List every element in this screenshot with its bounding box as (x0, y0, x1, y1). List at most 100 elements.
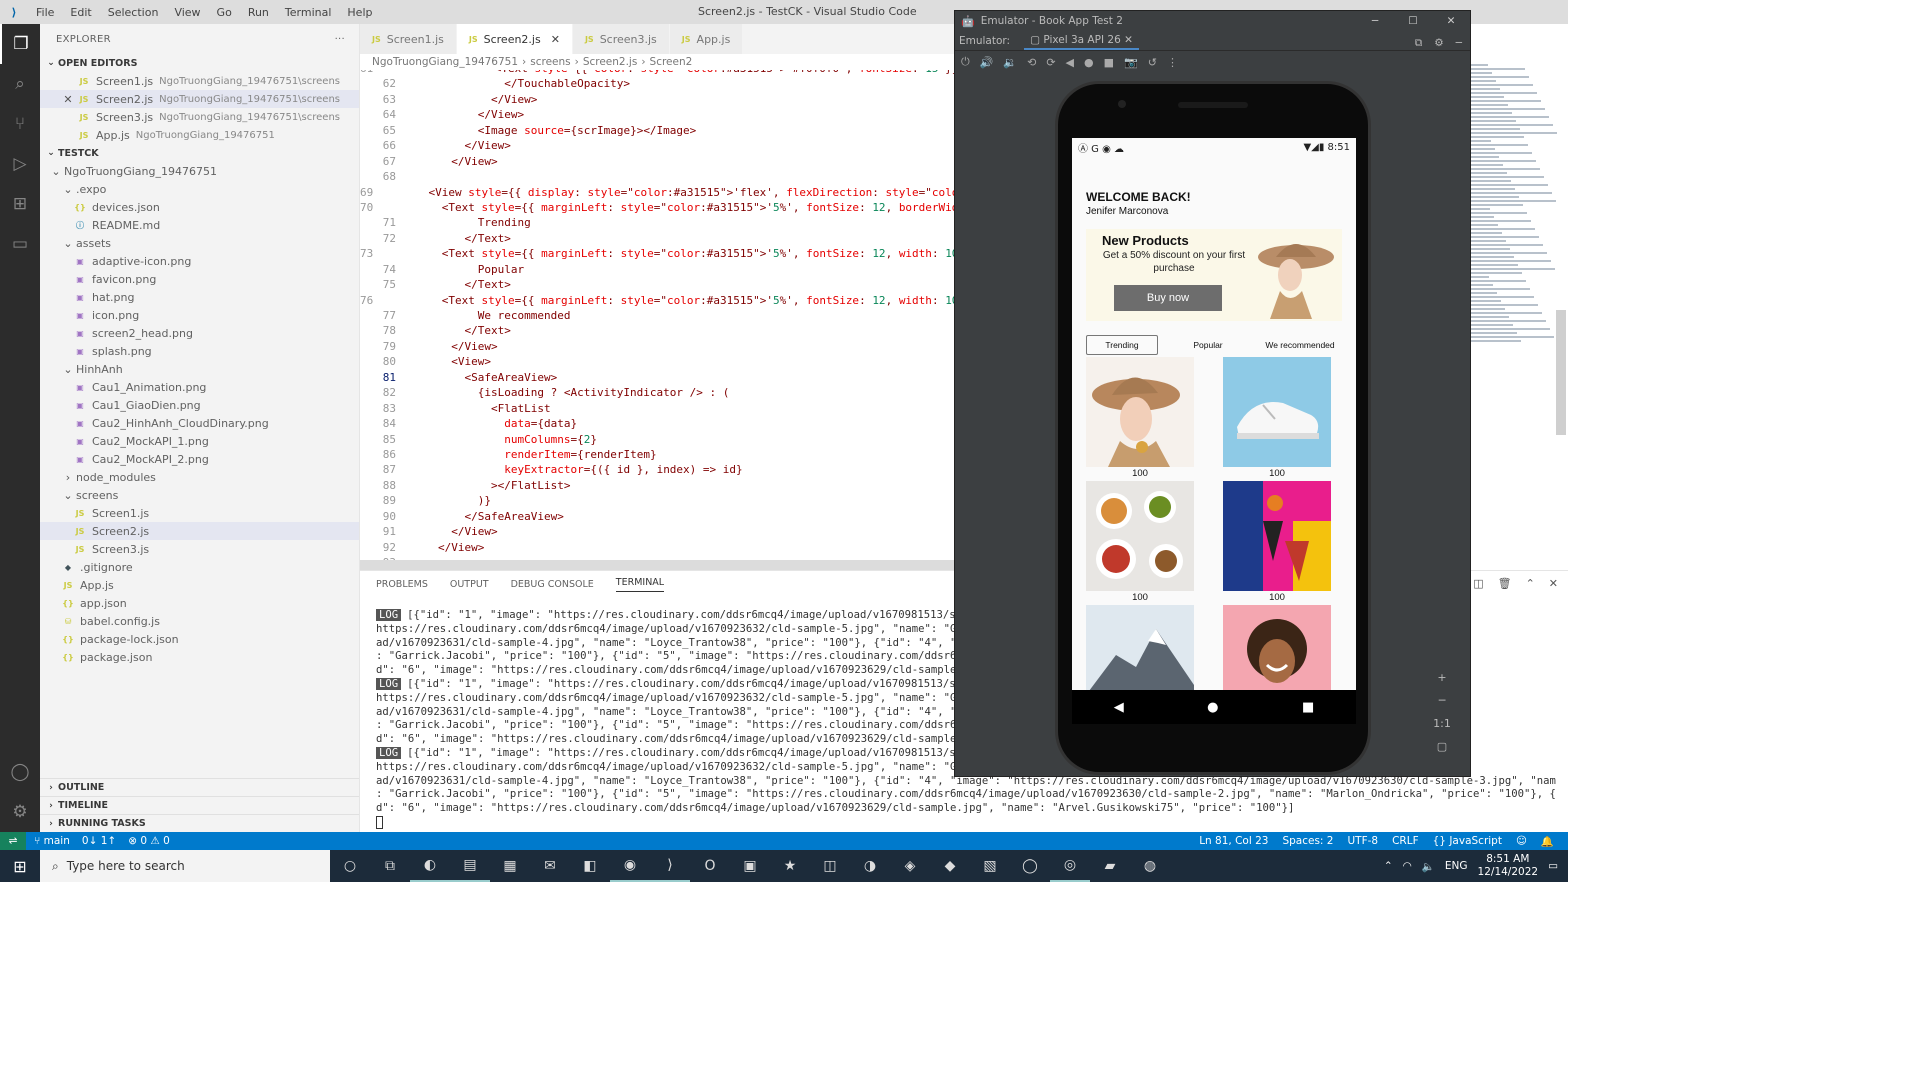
settings-icon[interactable]: ⚙ (1434, 37, 1443, 50)
tree-item[interactable]: ▣ splash.png (40, 342, 359, 360)
product-card[interactable] (1223, 605, 1331, 690)
gear-icon[interactable]: ⚙ (0, 792, 40, 832)
tree-item[interactable]: ▣ adaptive-icon.png (40, 252, 359, 270)
phone-screen[interactable]: Ⓐ G ◉ ☁ ▼◢▮ 8:51 WELCOME BACK! Jenifer M… (1072, 138, 1356, 690)
kam-icon[interactable]: ▧ (970, 850, 1010, 882)
tree-item[interactable]: JS Screen3.js (40, 540, 359, 558)
panel-tab-terminal[interactable]: TERMINAL (615, 577, 665, 592)
problems-indicator[interactable]: ⊗ 0 ⚠ 0 (128, 835, 170, 847)
minimap[interactable] (1468, 62, 1558, 342)
trash-icon[interactable]: 🗑 (1498, 577, 1512, 590)
product-card[interactable]: 100 (1223, 357, 1331, 481)
tray-chevron-icon[interactable]: ⌃ (1384, 860, 1393, 872)
tree-item[interactable]: ⌄ HinhAnh (40, 360, 359, 378)
tree-item[interactable]: ◆ .gitignore (40, 558, 359, 576)
sync-indicator[interactable]: 0↓ 1↑ (82, 835, 116, 847)
wifi-icon[interactable]: ◠ (1403, 860, 1412, 872)
emulator-app-icon[interactable]: ◎ (1050, 850, 1090, 882)
tree-item[interactable]: {} app.json (40, 594, 359, 612)
power-icon[interactable]: ⏻ (961, 55, 970, 69)
menu-item-view[interactable]: View (166, 6, 208, 19)
office-icon[interactable]: ◧ (570, 850, 610, 882)
panel-tab-output[interactable]: OUTPUT (450, 579, 489, 590)
tree-item[interactable]: {} package-lock.json (40, 630, 359, 648)
store-icon[interactable]: ▦ (490, 850, 530, 882)
home-icon[interactable]: ● (1084, 56, 1094, 69)
panel-tab-debug-console[interactable]: DEBUG CONSOLE (511, 579, 594, 590)
zoom-1to1[interactable]: 1:1 (1433, 717, 1451, 730)
vscode-icon[interactable]: ⟩ (650, 850, 690, 882)
open-editors-section[interactable]: ⌄ OPEN EDITORS (40, 54, 359, 72)
tree-item[interactable]: ⌄ NgoTruongGiang_19476751 (40, 162, 359, 180)
section-running-tasks[interactable]: › RUNNING TASKS (40, 814, 359, 832)
notifications-icon[interactable]: 🔔 (1541, 835, 1554, 848)
cursor-position[interactable]: Ln 81, Col 23 (1199, 835, 1268, 848)
tree-item[interactable]: ⛁ babel.config.js (40, 612, 359, 630)
file-explorer-icon[interactable]: ▤ (450, 850, 490, 882)
cortana-icon[interactable]: ○ (330, 850, 370, 882)
github-icon[interactable]: ◍ (1130, 850, 1170, 882)
close-button[interactable]: ✕ (1432, 11, 1470, 31)
taskbar-search[interactable]: ⌕ Type here to search (40, 850, 330, 882)
zalo-icon[interactable]: ◯ (1010, 850, 1050, 882)
run-debug-icon[interactable]: ▷ (0, 144, 40, 184)
tab-app-js[interactable]: JS App.js (669, 24, 744, 54)
product-card[interactable]: 100 (1086, 481, 1194, 605)
menu-item-terminal[interactable]: Terminal (277, 6, 340, 19)
menu-item-help[interactable]: Help (339, 6, 380, 19)
nav-recents-icon[interactable]: ■ (1302, 700, 1314, 715)
tree-item[interactable]: ▣ Cau2_MockAPI_1.png (40, 432, 359, 450)
rotate-right-icon[interactable]: ⟳ (1046, 56, 1055, 69)
overview-icon[interactable]: ■ (1104, 56, 1114, 69)
chip-trending[interactable]: Trending (1086, 335, 1158, 355)
volume-up-icon[interactable]: 🔊 (980, 56, 994, 69)
search-icon[interactable]: ⌕ (0, 64, 40, 104)
terminal-prompt[interactable] (376, 815, 1556, 830)
remote-explorer-icon[interactable]: ▭ (0, 224, 40, 264)
tree-item[interactable]: ⌄ assets (40, 234, 359, 252)
menu-item-selection[interactable]: Selection (100, 6, 167, 19)
clock[interactable]: 8:51 AM 12/14/2022 (1478, 853, 1539, 879)
tab-screen2-js[interactable]: JS Screen2.js ✕ (456, 24, 573, 54)
notification-center-icon[interactable]: ▭ (1548, 860, 1558, 872)
visual-studio-icon[interactable]: ◆ (930, 850, 970, 882)
panel-tab-problems[interactable]: PROBLEMS (376, 579, 428, 590)
open-editor-item[interactable]: JS Screen1.js NgoTruongGiang_19476751\scre… (40, 72, 359, 90)
code-editor[interactable]: 61 <Text style={{ color: style="color:#a… (360, 70, 954, 570)
eol[interactable]: CRLF (1392, 835, 1419, 848)
feedback-icon[interactable]: ☺ (1516, 835, 1527, 848)
menu-item-run[interactable]: Run (240, 6, 277, 19)
tab-screen3-js[interactable]: JS Screen3.js (572, 24, 670, 54)
menu-item-go[interactable]: Go (209, 6, 240, 19)
breadcrumb-item[interactable]: Screen2 (650, 56, 693, 68)
app-icon-square[interactable]: ◫ (810, 850, 850, 882)
tree-item[interactable]: ▣ hat.png (40, 288, 359, 306)
menu-item-file[interactable]: File (28, 6, 62, 19)
buy-now-button[interactable]: Buy now (1114, 285, 1222, 311)
tree-item[interactable]: ▣ Cau2_MockAPI_2.png (40, 450, 359, 468)
snapshot-icon[interactable]: ↺ (1148, 56, 1157, 69)
explorer-icon[interactable]: ❐ (0, 24, 40, 64)
remote-icon[interactable]: ⇌ (0, 832, 26, 850)
opera-icon[interactable]: O (690, 850, 730, 882)
device-tab[interactable]: ▢ Pixel 3a API 26 ✕ (1024, 32, 1139, 50)
window-mode-icon[interactable]: ⧉ (1415, 37, 1423, 50)
nav-back-icon[interactable]: ◀ (1114, 700, 1124, 715)
maximize-button[interactable]: ☐ (1394, 11, 1432, 31)
zoom-app-icon[interactable]: ▣ (730, 850, 770, 882)
close-panel-icon[interactable]: ✕ (1549, 577, 1558, 590)
fit-screen-icon[interactable]: ▢ (1437, 740, 1447, 753)
tree-item[interactable]: ▣ Cau2_HinhAnh_CloudDinary.png (40, 414, 359, 432)
workspace-section[interactable]: ⌄ TESTCK (40, 144, 359, 162)
volume-icon[interactable]: 🔈 (1422, 860, 1435, 873)
indent-setting[interactable]: Spaces: 2 (1282, 835, 1333, 848)
sql-icon[interactable]: ◈ (890, 850, 930, 882)
tab-screen1-js[interactable]: JS Screen1.js (360, 24, 457, 54)
volume-down-icon[interactable]: 🔉 (1003, 56, 1017, 69)
more-actions-icon[interactable]: ··· (335, 34, 345, 45)
nav-home-icon[interactable]: ● (1207, 700, 1218, 715)
open-editor-item[interactable]: JS App.js NgoTruongGiang_19476751 (40, 126, 359, 144)
breadcrumb-item[interactable]: NgoTruongGiang_19476751 (372, 56, 518, 68)
open-editor-item[interactable]: ✕ JS Screen2.js NgoTruongGiang_19476751\scr… (40, 90, 359, 108)
language-mode[interactable]: {} JavaScript (1433, 835, 1502, 848)
